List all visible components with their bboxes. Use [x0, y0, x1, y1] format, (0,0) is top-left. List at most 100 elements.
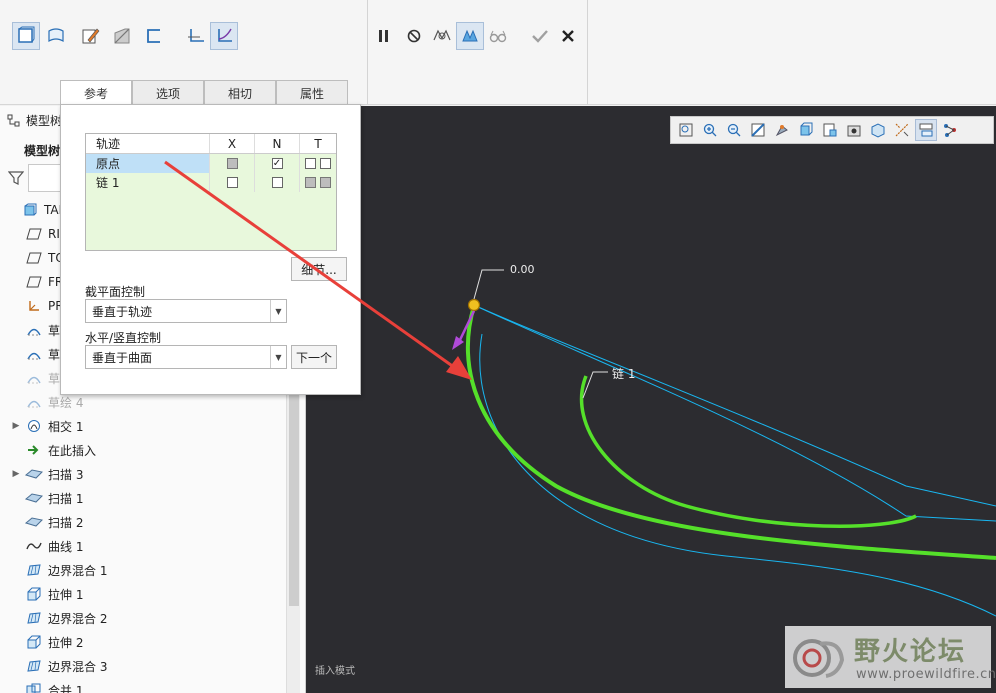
verify-glasses-icon: [489, 30, 507, 43]
pause-button[interactable]: [370, 22, 398, 50]
sweep-icon: [24, 514, 44, 530]
curve-icon: [24, 538, 44, 554]
orient-icon: [774, 122, 790, 138]
trajectory-row[interactable]: 原点 ✓: [86, 154, 336, 173]
trajectory-table: 轨迹 X N T 原点 ✓ 链 1: [85, 133, 337, 251]
tree-item-label: 拉伸 2: [48, 635, 84, 650]
tree-item[interactable]: 拉伸 1: [0, 582, 286, 606]
view-manager-button[interactable]: [843, 119, 865, 141]
saved-views-icon: [822, 122, 838, 138]
tree-item-label: 在此插入: [48, 443, 97, 458]
tree-item[interactable]: 边界混合 1: [0, 558, 286, 582]
details-button[interactable]: 细节...: [291, 257, 347, 281]
tree-item[interactable]: 边界混合 2: [0, 606, 286, 630]
trajectory-row[interactable]: 链 1: [86, 173, 336, 192]
hv-control-value: 垂直于曲面: [92, 350, 153, 365]
next-button[interactable]: 下一个: [291, 345, 337, 369]
boundary-blend-icon: [24, 658, 44, 674]
tree-item[interactable]: 拉伸 2: [0, 630, 286, 654]
open-section-button[interactable]: [140, 22, 168, 50]
x-checkbox[interactable]: [226, 177, 238, 188]
x-checkbox[interactable]: [226, 158, 238, 169]
cancel-button[interactable]: [554, 22, 582, 50]
chain-label[interactable]: 链 1: [612, 365, 635, 382]
blue-curve-upper: [475, 305, 996, 507]
tab-options[interactable]: 选项: [132, 80, 204, 105]
annotation-button[interactable]: [915, 119, 937, 141]
tree-item[interactable]: 合并 1: [0, 678, 286, 693]
surface-button[interactable]: [42, 22, 70, 50]
ribbon-group-control: [368, 0, 588, 105]
trajectory-table-header: 轨迹 X N T: [86, 134, 336, 154]
tree-item-label: 扫描 1: [48, 491, 84, 506]
t-cell: [300, 173, 336, 192]
tree-item[interactable]: 扫描 1: [0, 486, 286, 510]
section-control-select[interactable]: 垂直于轨迹 ▼: [85, 299, 287, 323]
no-preview-button[interactable]: [400, 22, 428, 50]
preview-geometry-button[interactable]: [428, 22, 456, 50]
filter-icon[interactable]: [8, 170, 24, 186]
tree-item[interactable]: 边界混合 3: [0, 654, 286, 678]
zoom-fit-button[interactable]: [675, 119, 697, 141]
solid-button[interactable]: [12, 22, 40, 50]
tree-item[interactable]: 扫描 2: [0, 510, 286, 534]
graphics-viewport[interactable]: 0.00 链 1 插入模式: [306, 106, 996, 693]
view-manager-icon: [846, 122, 862, 138]
zoom-in-button[interactable]: [699, 119, 721, 141]
spin-center-button[interactable]: [939, 119, 961, 141]
col-trajectory: 轨迹: [86, 134, 210, 153]
green-chain-1: [579, 375, 917, 528]
tree-item-label: 草: [48, 347, 61, 362]
zoom-fit-icon: [678, 122, 694, 138]
confirm-check-icon: [532, 30, 548, 43]
green-origin-trajectory: [465, 305, 996, 560]
n-checkbox[interactable]: ✓: [271, 158, 283, 169]
dimension-label[interactable]: 0.00: [510, 263, 535, 276]
t-checkbox[interactable]: [305, 177, 316, 188]
t-checkbox[interactable]: [305, 158, 316, 169]
preview-feature-button[interactable]: [456, 22, 484, 50]
trajectory-origin-point[interactable]: [467, 298, 481, 312]
orient-button[interactable]: [771, 119, 793, 141]
x-cell: [210, 173, 255, 192]
part-icon: [20, 202, 40, 218]
tree-item[interactable]: 在此插入: [0, 438, 286, 462]
tree-item-label: 草: [48, 323, 61, 338]
t-checkbox[interactable]: [320, 177, 331, 188]
tree-item-label: 拉伸 1: [48, 587, 84, 602]
repaint-button[interactable]: [747, 119, 769, 141]
expand-arrow-icon[interactable]: ▶: [8, 469, 24, 479]
tab-references[interactable]: 参考: [60, 80, 132, 106]
tree-item[interactable]: ▶ 相交 1: [0, 414, 286, 438]
datum-display-button[interactable]: [891, 119, 913, 141]
col-n: N: [255, 134, 300, 153]
view-toolbar: [670, 116, 994, 144]
extrude-icon: [24, 634, 44, 650]
confirm-button[interactable]: [526, 22, 554, 50]
tab-properties[interactable]: 属性: [276, 80, 348, 105]
tree-item-label: 边界混合 3: [48, 659, 108, 674]
references-panel: 轨迹 X N T 原点 ✓ 链 1 细节... 截平面控制 垂直于轨迹 ▼ 水平/竖…: [60, 104, 361, 395]
col-x: X: [210, 134, 255, 153]
tree-item[interactable]: 曲线 1: [0, 534, 286, 558]
variable-section-button[interactable]: [210, 22, 238, 50]
hv-control-select[interactable]: 垂直于曲面 ▼: [85, 345, 287, 369]
solid-icon: [18, 26, 35, 43]
remove-material-button[interactable]: [108, 22, 136, 50]
constant-section-button[interactable]: [182, 22, 210, 50]
tree-item-label: 扫描 3: [48, 467, 84, 482]
tab-tangency[interactable]: 相切: [204, 80, 276, 105]
boundary-blend-icon: [24, 562, 44, 578]
watermark-title: 野火论坛: [854, 637, 967, 667]
x-cell: [210, 154, 255, 173]
display-style-button[interactable]: [795, 119, 817, 141]
t-checkbox[interactable]: [320, 158, 331, 169]
sketch-edit-button[interactable]: [76, 22, 104, 50]
zoom-out-button[interactable]: [723, 119, 745, 141]
tree-item[interactable]: ▶ 扫描 3: [0, 462, 286, 486]
perspective-button[interactable]: [867, 119, 889, 141]
verify-button[interactable]: [484, 22, 512, 50]
n-checkbox[interactable]: [271, 177, 283, 188]
saved-views-button[interactable]: [819, 119, 841, 141]
expand-arrow-icon[interactable]: ▶: [8, 421, 24, 431]
